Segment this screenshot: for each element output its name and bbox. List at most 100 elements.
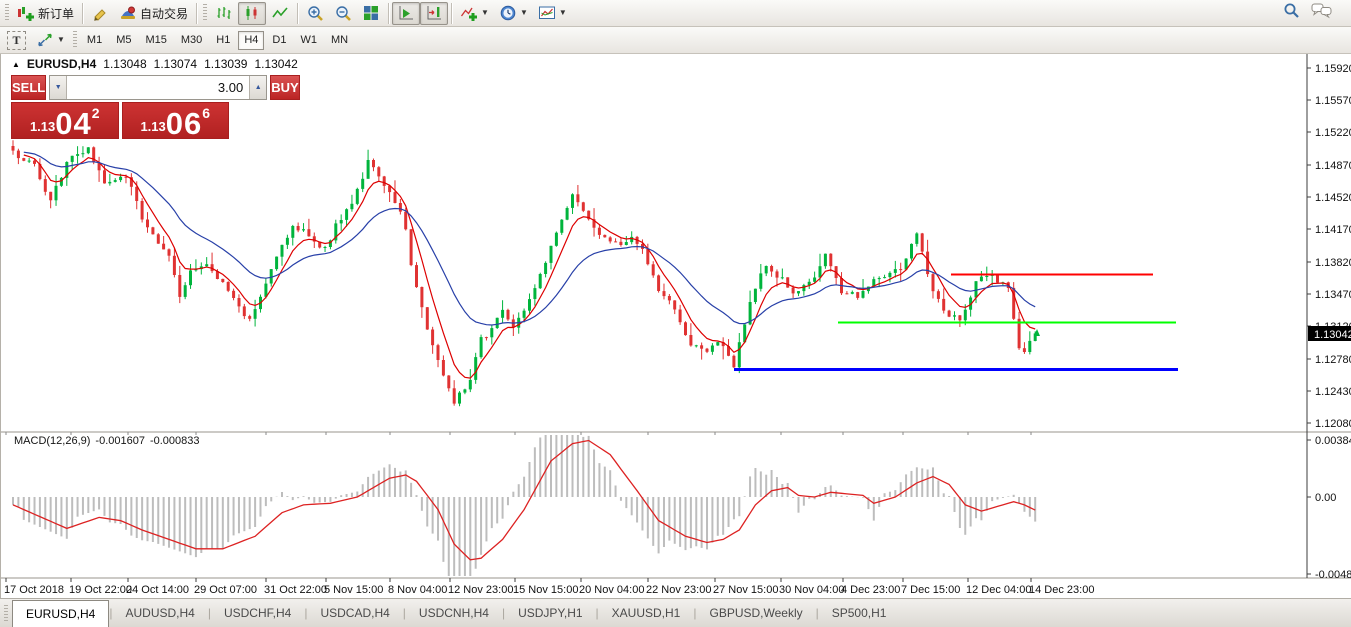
timeframe-button-w1[interactable]: W1 <box>294 31 323 50</box>
price-axis-label: 1.15920 <box>1315 63 1351 75</box>
chart-tab-gbpusd-weekly[interactable]: GBPUSD,Weekly <box>696 599 815 627</box>
candle-chart-icon <box>243 4 261 22</box>
auto-scroll-icon <box>397 4 415 22</box>
volume-decrease-button[interactable]: ▼ <box>50 76 67 99</box>
timeframe-button-m15[interactable]: M15 <box>139 31 172 50</box>
autotrading-icon <box>119 4 137 22</box>
time-axis-label: 31 Oct 22:00 <box>264 584 327 596</box>
chart-tab-bar: EURUSD,H4|AUDUSD,H4|USDCHF,H4|USDCAD,H4|… <box>0 598 1351 627</box>
chart-toolbar: T ▼ M1M5M15M30H1H4D1W1MN <box>0 27 1351 54</box>
price-axis-label: 1.14870 <box>1315 160 1351 172</box>
timeframe-button-m1[interactable]: M1 <box>81 31 108 50</box>
macd-name: MACD(12,26,9) <box>14 435 90 447</box>
time-axis-label: 8 Nov 04:00 <box>388 584 447 596</box>
toolbar-separator <box>388 3 389 24</box>
price-axis-label: 1.14520 <box>1315 192 1351 204</box>
one-click-trade-panel: SELL ▼ ▲ BUY 1.13 04 2 1.13 06 6 <box>11 75 229 139</box>
macd-axis-label: -0.004856 <box>1315 569 1351 581</box>
bar-chart-button[interactable] <box>210 2 238 25</box>
buy-price-prefix: 1.13 <box>140 120 165 137</box>
volume-increase-button[interactable]: ▲ <box>249 76 266 99</box>
timeframe-button-mn[interactable]: MN <box>325 31 354 50</box>
chart-tab-usdcad-h4[interactable]: USDCAD,H4 <box>307 599 402 627</box>
time-axis-label: 29 Oct 07:00 <box>194 584 257 596</box>
chat-icon[interactable] <box>1311 1 1335 25</box>
buy-button[interactable]: BUY <box>270 75 299 100</box>
new-order-icon <box>17 4 35 22</box>
cursor-style-button[interactable]: ▼ <box>31 29 70 52</box>
time-axis-label: 12 Dec 04:00 <box>966 584 1031 596</box>
chart-shift-icon <box>425 4 443 22</box>
indicators-button[interactable]: ▼ <box>455 2 494 25</box>
price-axis-label: 1.12430 <box>1315 386 1351 398</box>
chart-window[interactable]: 1.159201.155701.152201.148701.145201.141… <box>0 54 1351 598</box>
line-chart-button[interactable] <box>266 2 294 25</box>
new-order-button[interactable]: 新订单 <box>12 2 79 25</box>
zoom-out-button[interactable] <box>329 2 357 25</box>
volume-input[interactable] <box>67 76 249 99</box>
ohlc-open: 1.13048 <box>103 57 146 71</box>
tabbar-grip[interactable] <box>4 605 8 623</box>
price-axis-label: 1.15220 <box>1315 127 1351 139</box>
text-label-button[interactable]: T <box>2 29 31 52</box>
timeframe-button-h1[interactable]: H1 <box>210 31 236 50</box>
new-order-label: 新订单 <box>38 5 74 22</box>
timeframe-button-m30[interactable]: M30 <box>175 31 208 50</box>
time-axis-label: 15 Nov 15:00 <box>513 584 578 596</box>
chart-tab-xauusd-h1[interactable]: XAUUSD,H1 <box>599 599 694 627</box>
search-icon[interactable] <box>1282 1 1301 25</box>
price-axis-label: 1.13470 <box>1315 289 1351 301</box>
timeframe-button-m5[interactable]: M5 <box>110 31 137 50</box>
cursor-style-icon <box>36 31 54 49</box>
time-axis-label: 5 Nov 15:00 <box>324 584 383 596</box>
autotrading-button[interactable]: 自动交易 <box>114 2 193 25</box>
bar-chart-icon <box>215 4 233 22</box>
templates-icon <box>538 4 556 22</box>
toolbar-grip[interactable] <box>203 4 207 22</box>
chart-tab-eurusd-h4[interactable]: EURUSD,H4 <box>12 600 109 627</box>
templates-button[interactable]: ▼ <box>533 2 572 25</box>
metaeditor-button[interactable] <box>86 2 114 25</box>
chart-tab-sp500-h1[interactable]: SP500,H1 <box>819 599 900 627</box>
symbol-name: EURUSD,H4 <box>27 57 96 71</box>
collapse-panel-arrow[interactable]: ▲ <box>12 60 20 69</box>
time-axis-label: 27 Nov 15:00 <box>713 584 778 596</box>
text-label-icon: T <box>7 31 26 50</box>
chart-tab-audusd-h4[interactable]: AUDUSD,H4 <box>112 599 207 627</box>
tile-windows-icon <box>362 4 380 22</box>
chart-tab-usdcnh-h4[interactable]: USDCNH,H4 <box>406 599 502 627</box>
sell-button[interactable]: SELL <box>11 75 46 100</box>
price-axis-label: 1.12080 <box>1315 418 1351 430</box>
toolbar-separator <box>451 3 452 24</box>
candle-chart-button[interactable] <box>238 2 266 25</box>
ohlc-close: 1.13042 <box>254 57 297 71</box>
chart-shift-button[interactable] <box>420 2 448 25</box>
sell-price-prefix: 1.13 <box>30 120 55 137</box>
chevron-down-icon: ▼ <box>481 9 489 17</box>
zoom-in-button[interactable] <box>301 2 329 25</box>
toolbar-grip[interactable] <box>5 4 9 22</box>
periods-button[interactable]: ▼ <box>494 2 533 25</box>
timeframe-button-h4[interactable]: H4 <box>238 31 264 50</box>
chevron-down-icon: ▼ <box>57 36 65 44</box>
price-axis-label: 1.12780 <box>1315 354 1351 366</box>
buy-price-big: 06 <box>166 111 202 137</box>
tile-windows-button[interactable] <box>357 2 385 25</box>
toolbar-grip[interactable] <box>73 31 77 49</box>
chart-tab-usdjpy-h1[interactable]: USDJPY,H1 <box>505 599 595 627</box>
chart-tab-usdchf-h4[interactable]: USDCHF,H4 <box>211 599 304 627</box>
timeframe-bar: M1M5M15M30H1H4D1W1MN <box>80 31 355 50</box>
sell-price-box[interactable]: 1.13 04 2 <box>11 102 119 139</box>
auto-scroll-button[interactable] <box>392 2 420 25</box>
macd-indicator-label: MACD(12,26,9) -0.001607 -0.000833 <box>14 435 200 447</box>
time-axis-label: 24 Oct 14:00 <box>126 584 189 596</box>
chevron-down-icon: ▼ <box>520 9 528 17</box>
time-axis-label: 19 Oct 22:00 <box>69 584 132 596</box>
time-axis-label: 22 Nov 23:00 <box>646 584 711 596</box>
zoom-out-icon <box>334 4 352 22</box>
indicators-icon <box>460 4 478 22</box>
buy-price-box[interactable]: 1.13 06 6 <box>122 102 230 139</box>
time-axis-label: 7 Dec 15:00 <box>901 584 960 596</box>
timeframe-button-d1[interactable]: D1 <box>266 31 292 50</box>
toolbar-separator <box>297 3 298 24</box>
